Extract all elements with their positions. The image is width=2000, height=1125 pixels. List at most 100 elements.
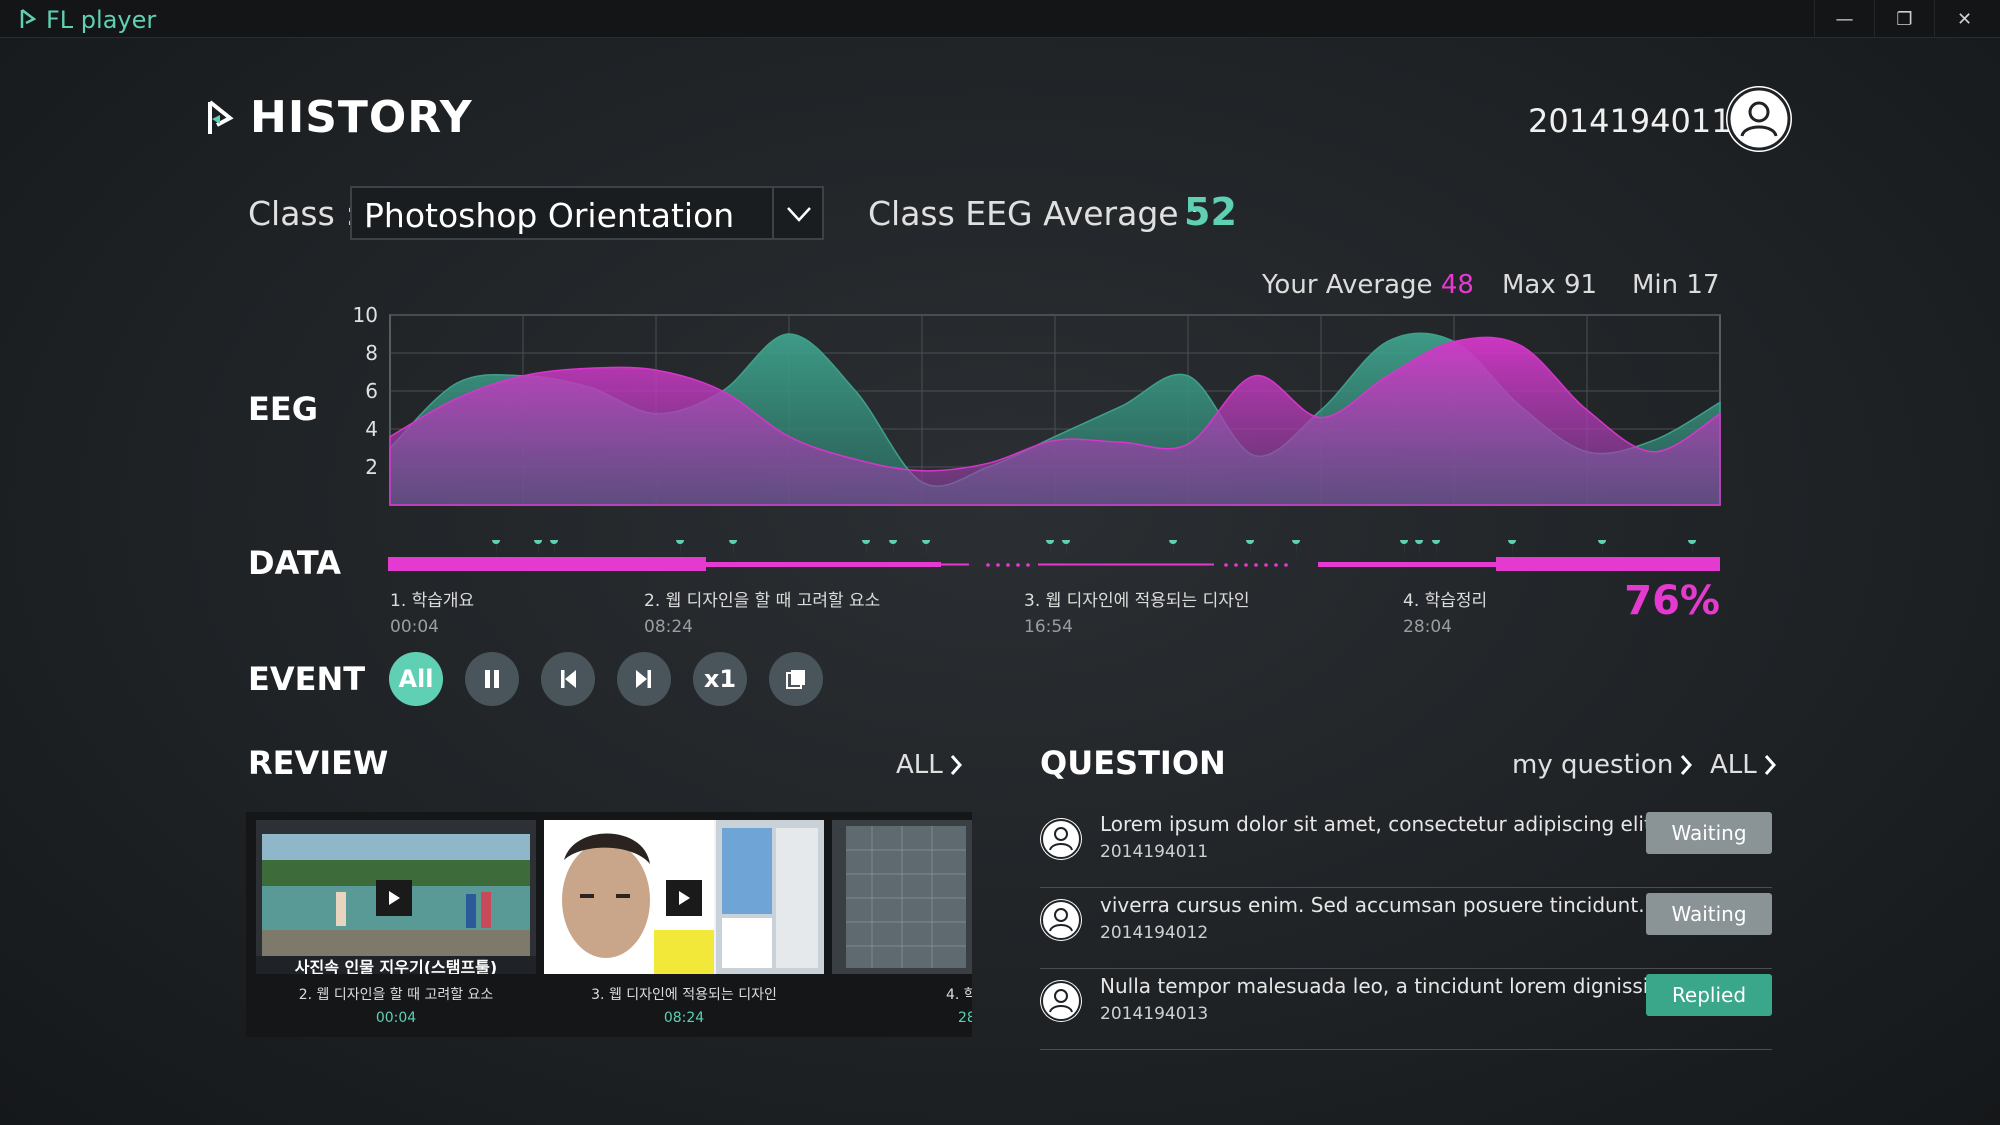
user-avatar[interactable] bbox=[1726, 86, 1792, 152]
chapter-1[interactable]: 1. 학습개요 00:04 bbox=[390, 586, 474, 637]
data-label: DATA bbox=[248, 544, 341, 582]
pause-icon bbox=[485, 670, 499, 688]
chapter-time: 00:04 bbox=[390, 617, 439, 637]
review-label: REVIEW bbox=[248, 744, 389, 782]
class-select[interactable]: Photoshop Orientation bbox=[350, 186, 824, 240]
chevron-right-icon bbox=[1764, 755, 1776, 775]
question-row[interactable]: Nulla tempor malesuada leo, a tincidunt … bbox=[1040, 972, 1772, 1050]
marker-pin-icon bbox=[492, 540, 1697, 558]
event-all-button[interactable]: All bbox=[389, 652, 443, 706]
review-all-link[interactable]: ALL bbox=[896, 750, 963, 780]
copy-button[interactable] bbox=[769, 652, 823, 706]
speed-button[interactable]: x1 bbox=[693, 652, 747, 706]
status-badge[interactable]: Waiting bbox=[1646, 812, 1772, 854]
skip-back-button[interactable] bbox=[541, 652, 595, 706]
question-text: Lorem ipsum dolor sit amet, consectetur … bbox=[1100, 812, 1660, 836]
chevron-right-icon bbox=[1681, 755, 1693, 775]
chapter-title: 3. 웹 디자인에 적용되는 디자인 bbox=[1024, 591, 1250, 611]
chapter-title: 2. 웹 디자인을 할 때 고려할 요소 bbox=[644, 591, 881, 611]
chapter-time: 28:04 bbox=[1403, 617, 1452, 637]
chapter-time: 16:54 bbox=[1024, 617, 1073, 637]
chapter-4[interactable]: 4. 학습정리 28:04 bbox=[1403, 586, 1487, 637]
review-carousel[interactable]: 사진속 인물 지우기(스탬프툴) 2. 웹 디자인을 할 때 고려할 요소 00… bbox=[246, 812, 972, 1037]
title-bar: FL player — ❐ ✕ bbox=[0, 0, 2000, 38]
avatar bbox=[1040, 899, 1082, 941]
skip-forward-icon bbox=[636, 670, 651, 688]
thumbnail-overlay-text: 사진속 인물 지우기(스탬프툴) bbox=[294, 958, 498, 974]
question-user: 2014194013 bbox=[1100, 1004, 1209, 1024]
status-badge[interactable]: Replied bbox=[1646, 974, 1772, 1016]
question-label: QUESTION bbox=[1040, 744, 1226, 782]
video-thumbnail-image bbox=[832, 820, 972, 974]
chevron-right-icon bbox=[950, 755, 962, 775]
play-button[interactable] bbox=[376, 880, 412, 916]
user-icon bbox=[1041, 819, 1081, 859]
user-icon bbox=[1041, 900, 1081, 940]
review-caption: 2. 웹 디자인을 할 때 고려할 요소 bbox=[298, 987, 494, 1003]
review-all-label: ALL bbox=[896, 750, 943, 780]
avatar bbox=[1040, 818, 1082, 860]
eeg-chart: 2 4 6 8 10 bbox=[353, 303, 1721, 506]
question-text: Nulla tempor malesuada leo, a tincidunt … bbox=[1100, 974, 1660, 998]
page-title: HISTORY bbox=[250, 92, 473, 143]
skip-back-icon bbox=[561, 670, 576, 688]
avatar bbox=[1040, 980, 1082, 1022]
minimize-button[interactable]: — bbox=[1814, 0, 1874, 38]
review-time: 08:24 bbox=[663, 1010, 705, 1026]
y-tick-label: 4 bbox=[365, 417, 378, 441]
question-all-link[interactable]: ALL bbox=[1710, 750, 1777, 780]
chapter-time: 08:24 bbox=[644, 617, 693, 637]
my-question-link[interactable]: my question bbox=[1512, 750, 1693, 780]
play-button[interactable] bbox=[666, 880, 702, 916]
question-user: 2014194011 bbox=[1100, 842, 1209, 862]
max-stat: Max 91 bbox=[1502, 270, 1598, 300]
y-tick-label: 10 bbox=[353, 303, 378, 327]
review-caption: 4. 학 bbox=[946, 987, 972, 1003]
chapter-title: 4. 학습정리 bbox=[1403, 591, 1488, 611]
your-average-value: 48 bbox=[1440, 270, 1474, 300]
review-thumbnail[interactable] bbox=[544, 820, 824, 974]
play-logo-icon bbox=[20, 9, 36, 28]
app-title: FL player bbox=[46, 6, 157, 34]
chevron-down-icon bbox=[787, 207, 811, 222]
review-thumbnail[interactable] bbox=[832, 820, 972, 974]
status-badge[interactable]: Waiting bbox=[1646, 893, 1772, 935]
review-time: 00:04 bbox=[375, 1010, 417, 1026]
class-eeg-average-value: 52 bbox=[1184, 190, 1237, 234]
y-tick-label: 2 bbox=[365, 455, 378, 479]
restore-button[interactable]: ❐ bbox=[1874, 0, 1934, 38]
class-eeg-average-label: Class EEG Average : bbox=[868, 194, 1201, 233]
user-icon bbox=[1041, 981, 1081, 1021]
play-icon bbox=[679, 891, 690, 905]
class-label: Class : bbox=[248, 194, 357, 233]
y-tick-label: 8 bbox=[365, 341, 378, 365]
class-select-value: Photoshop Orientation bbox=[364, 196, 735, 235]
play-icon bbox=[389, 891, 400, 905]
chapter-2[interactable]: 2. 웹 디자인을 할 때 고려할 요소 08:24 bbox=[644, 586, 880, 637]
pause-button[interactable] bbox=[465, 652, 519, 706]
copy-icon bbox=[786, 670, 805, 689]
question-user: 2014194012 bbox=[1100, 923, 1209, 943]
user-icon bbox=[1727, 87, 1791, 151]
question-row[interactable]: viverra cursus enim. Sed accumsan posuer… bbox=[1040, 891, 1772, 969]
my-question-label: my question bbox=[1512, 750, 1674, 780]
question-row[interactable]: Lorem ipsum dolor sit amet, consectetur … bbox=[1040, 810, 1772, 888]
chapter-3[interactable]: 3. 웹 디자인에 적용되는 디자인 16:54 bbox=[1024, 586, 1250, 637]
review-time: 28 bbox=[958, 1010, 972, 1026]
question-all-label: ALL bbox=[1710, 750, 1757, 780]
data-timeline[interactable] bbox=[388, 540, 1720, 578]
review-thumbnail[interactable]: 사진속 인물 지우기(스탬프툴) bbox=[256, 820, 536, 974]
play-logo-icon bbox=[208, 100, 234, 134]
your-average: Your Average 48 bbox=[1262, 270, 1474, 300]
user-id: 2014194011 bbox=[1528, 102, 1732, 140]
close-button[interactable]: ✕ bbox=[1934, 0, 1994, 38]
chapter-title: 1. 학습개요 bbox=[390, 591, 475, 611]
min-stat: Min 17 bbox=[1632, 270, 1720, 300]
skip-forward-button[interactable] bbox=[617, 652, 671, 706]
divider bbox=[772, 188, 774, 238]
progress-percent: 76% bbox=[1624, 578, 1720, 624]
your-average-label: Your Average bbox=[1262, 270, 1433, 300]
y-tick-label: 6 bbox=[365, 379, 378, 403]
review-caption: 3. 웹 디자인에 적용되는 디자인 bbox=[591, 987, 777, 1003]
eeg-label: EEG bbox=[248, 390, 318, 428]
